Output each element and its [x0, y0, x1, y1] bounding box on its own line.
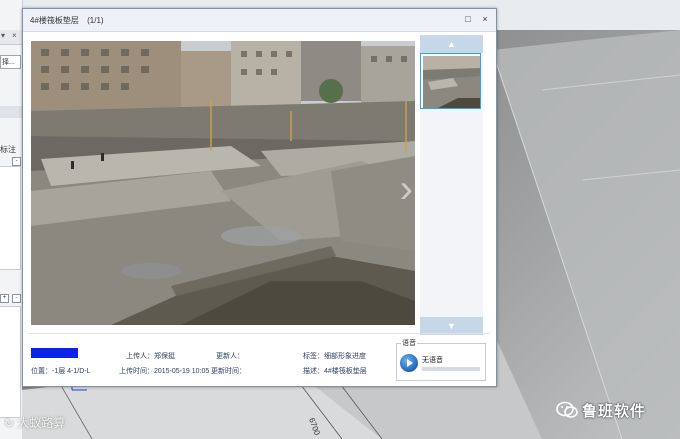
- collapse-minus-button-2[interactable]: -: [12, 294, 21, 303]
- uploader-key: 上传人：: [126, 353, 154, 360]
- updater-field: 更新人：: [216, 351, 244, 361]
- close-icon[interactable]: ×: [480, 14, 490, 24]
- status-highlight-bar: [31, 348, 78, 358]
- updater-key: 更新人：: [216, 353, 244, 360]
- description-key: 描述：: [303, 368, 324, 375]
- left-tool-panel: ▾ × 择... 标注 - + -: [0, 0, 23, 439]
- update-time-field: 更新时间：: [211, 366, 246, 376]
- thumbnail-selected[interactable]: [420, 53, 481, 109]
- watermark-right-text: 鲁班软件: [582, 402, 647, 420]
- position-field: 位置：-1层 4-1/D-L: [31, 366, 91, 376]
- next-photo-arrow-icon[interactable]: ›: [400, 169, 413, 209]
- position-value: -1层 4-1/D-L: [52, 368, 91, 375]
- position-key: 位置：: [31, 368, 52, 375]
- maximize-icon[interactable]: □: [463, 14, 473, 24]
- upload-time-value: 2015-05-19 10:05: [154, 368, 210, 375]
- watermark-left: ↻ 大蚁路算: [4, 414, 65, 431]
- watermark-left-text: 大蚁路算: [17, 416, 66, 430]
- upload-time-field: 上传时间：2015-05-19 10:05: [119, 366, 209, 376]
- info-divider: [28, 333, 490, 334]
- tag-value: 细部形象进度: [324, 353, 366, 360]
- voice-panel: 语音 无语音: [396, 338, 486, 381]
- expand-plus-button[interactable]: +: [0, 294, 9, 303]
- panel-strip: [0, 106, 22, 118]
- annotation-list[interactable]: [0, 166, 21, 270]
- page-counter: (1/1): [87, 16, 104, 25]
- upload-time-key: 上传时间：: [119, 368, 154, 375]
- dialog-titlebar[interactable]: 4#楼筏板垫层 (1/1) □ ×: [23, 9, 496, 32]
- uploader-field: 上传人：郑保挺: [126, 351, 175, 361]
- thumbnail-strip: ▲ ▼: [420, 35, 483, 335]
- description-field: 描述：4#楼筏板垫层: [303, 366, 367, 376]
- panel-pin-icon[interactable]: ▾: [1, 31, 5, 40]
- thumbnail-image: [423, 56, 480, 108]
- wechat-icon: [556, 401, 578, 418]
- tag-key: 标签：: [303, 353, 324, 360]
- play-voice-icon[interactable]: [400, 354, 418, 372]
- voice-status: 无语音: [422, 357, 443, 364]
- voice-title: 语音: [401, 338, 417, 348]
- update-time-key: 更新时间：: [211, 368, 246, 375]
- uploader-value: 郑保挺: [154, 353, 175, 360]
- watermark-right: 鲁班软件: [556, 396, 646, 424]
- left-panel-header: ▾ ×: [0, 30, 22, 45]
- collapse-minus-button[interactable]: -: [12, 157, 21, 166]
- site-photo: [31, 41, 415, 325]
- photo-view[interactable]: ›: [31, 41, 415, 325]
- panel-close-icon[interactable]: ×: [12, 31, 17, 40]
- watermark-left-logo-icon: ↻: [4, 416, 18, 430]
- description-value: 4#楼筏板垫层: [324, 368, 367, 375]
- dialog-title-text: 4#楼筏板垫层: [30, 16, 79, 25]
- voice-progress-bar[interactable]: [422, 367, 480, 371]
- annotation-label: 标注: [0, 145, 16, 154]
- thumbnail-scroll-up-button[interactable]: ▲: [420, 35, 483, 53]
- photo-viewer-dialog: 4#楼筏板垫层 (1/1) □ × › ▲ ▼ 位置：-1层 4-1/D-L 上…: [22, 8, 497, 387]
- select-button[interactable]: 择...: [0, 55, 21, 69]
- dialog-title: 4#楼筏板垫层 (1/1): [30, 15, 104, 26]
- layer-tree[interactable]: [0, 306, 21, 418]
- tag-field: 标签：细部形象进度: [303, 351, 366, 361]
